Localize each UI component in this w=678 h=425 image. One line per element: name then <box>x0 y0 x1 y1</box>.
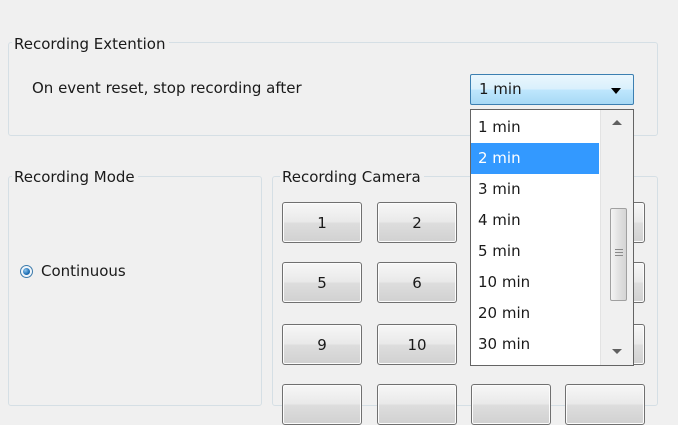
scrollbar-thumb[interactable] <box>610 208 627 301</box>
camera-button-row4-3[interactable] <box>471 384 551 425</box>
recording-mode-group <box>8 176 262 406</box>
dropdown-option-10-min[interactable]: 10 min <box>471 267 599 298</box>
dropdown-option-20-min[interactable]: 20 min <box>471 298 599 329</box>
scroll-up-arrow-icon <box>612 120 622 125</box>
scroll-down-arrow-icon <box>612 349 622 354</box>
camera-button-9[interactable]: 9 <box>282 324 362 365</box>
scroll-up-button[interactable] <box>601 110 633 140</box>
grip-line-icon <box>615 252 623 253</box>
camera-button-2[interactable]: 2 <box>377 202 457 243</box>
camera-button-row4-1[interactable] <box>282 384 362 425</box>
continuous-radio-label[interactable]: Continuous <box>41 262 126 280</box>
stop-recording-label: On event reset, stop recording after <box>32 79 302 97</box>
camera-button-row4-4[interactable] <box>565 384 645 425</box>
stop-after-combobox[interactable]: 1 min <box>470 74 634 105</box>
camera-button-6[interactable]: 6 <box>377 262 457 303</box>
grip-line-icon <box>615 255 623 256</box>
recording-camera-title: Recording Camera <box>280 168 424 186</box>
camera-button-10[interactable]: 10 <box>377 324 457 365</box>
grip-line-icon <box>615 249 623 250</box>
stop-after-dropdown-list[interactable]: 1 min 2 min 3 min 4 min 5 min 10 min 20 … <box>470 109 634 366</box>
scroll-down-button[interactable] <box>601 335 633 365</box>
chevron-down-icon[interactable] <box>611 88 621 94</box>
recording-extension-title: Recording Extention <box>12 35 169 53</box>
recording-mode-title: Recording Mode <box>12 168 138 186</box>
dropdown-option-4-min[interactable]: 4 min <box>471 205 599 236</box>
dropdown-option-3-min[interactable]: 3 min <box>471 174 599 205</box>
camera-button-5[interactable]: 5 <box>282 262 362 303</box>
dropdown-option-5-min[interactable]: 5 min <box>471 236 599 267</box>
camera-button-1[interactable]: 1 <box>282 202 362 243</box>
radio-selected-dot-icon <box>23 267 30 275</box>
continuous-radio-option[interactable]: Continuous <box>20 261 126 281</box>
dropdown-scrollbar[interactable] <box>600 110 633 365</box>
combobox-value: 1 min <box>479 80 522 98</box>
continuous-radio-button[interactable] <box>20 264 33 278</box>
dropdown-option-1-min[interactable]: 1 min <box>471 112 599 143</box>
dropdown-option-2-min[interactable]: 2 min <box>471 143 599 174</box>
camera-button-row4-2[interactable] <box>377 384 457 425</box>
dropdown-option-30-min[interactable]: 30 min <box>471 329 599 360</box>
